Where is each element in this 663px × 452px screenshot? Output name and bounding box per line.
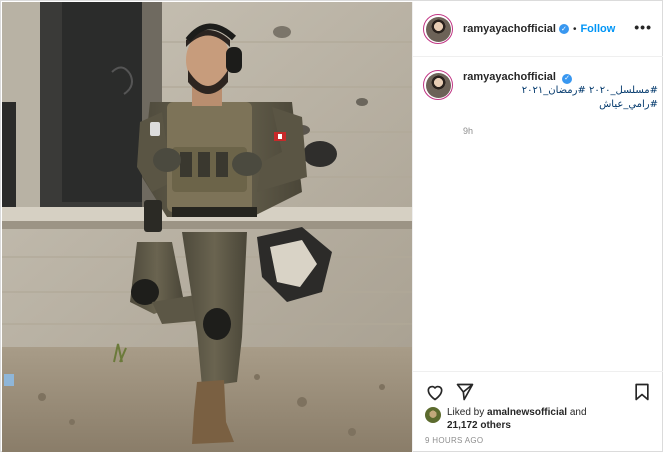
liker-username[interactable]: amalnewsofficial	[487, 407, 567, 418]
liker-avatar[interactable]	[425, 407, 441, 423]
likes-others-link[interactable]: 21,172 others	[447, 420, 511, 431]
caption-verified-badge-icon: ✓	[562, 73, 572, 84]
action-bar	[413, 371, 663, 407]
heart-icon[interactable]	[425, 382, 445, 402]
post-modal: ramyayachofficial ✓ • Follow ••• ramyaya…	[0, 0, 663, 452]
photo-illustration	[2, 2, 412, 452]
bookmark-icon[interactable]	[632, 382, 652, 402]
likes-summary: Liked by amalnewsofficial and 21,172 oth…	[425, 406, 660, 432]
likes-prefix: Liked by	[447, 407, 488, 418]
post-side-panel: ramyayachofficial ✓ • Follow ••• ramyaya…	[412, 2, 663, 452]
post-timestamp[interactable]: 9 HOURS AGO	[425, 436, 483, 445]
caption-avatar[interactable]	[423, 70, 453, 100]
caption-username[interactable]: ramyayachofficial	[463, 71, 556, 83]
likes-middle: and	[567, 407, 587, 418]
caption-hashtags[interactable]: #مسلسل_٢٠٢٠ #رمضان_٢٠٢١ #رامي_عياش	[463, 84, 658, 112]
caption-time: 9h	[463, 126, 474, 136]
paper-plane-icon[interactable]	[455, 382, 475, 402]
more-options-icon[interactable]: •••	[634, 20, 652, 34]
post-photo[interactable]	[2, 2, 412, 452]
follow-button[interactable]: Follow	[580, 23, 615, 35]
author-username[interactable]: ramyayachofficial	[463, 23, 556, 35]
post-header: ramyayachofficial ✓ • Follow •••	[413, 2, 663, 57]
verified-badge-icon: ✓	[558, 24, 569, 34]
author-avatar[interactable]	[423, 14, 453, 44]
post-caption: ramyayachofficial ✓ #مسلسل_٢٠٢٠ #رمضان_٢…	[423, 70, 658, 138]
header-separator: •	[572, 23, 577, 35]
